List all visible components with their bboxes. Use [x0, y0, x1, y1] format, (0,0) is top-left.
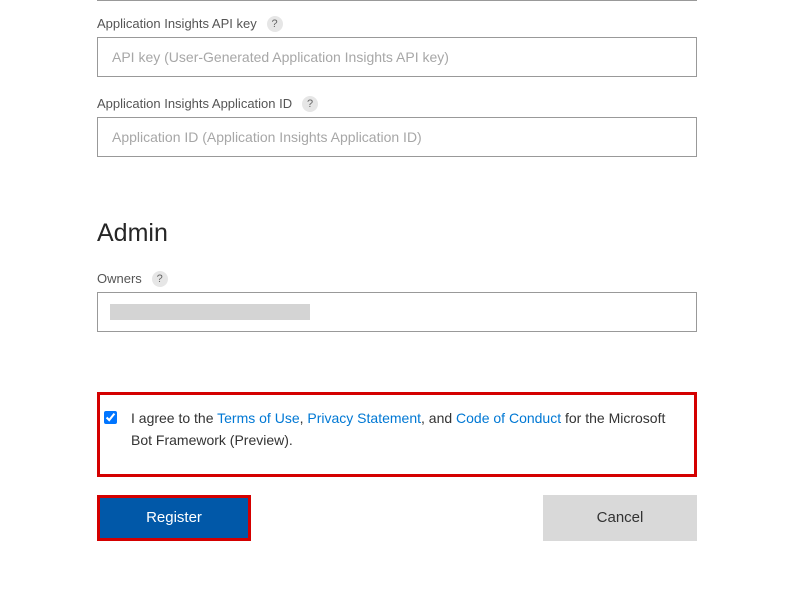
conduct-link[interactable]: Code of Conduct — [456, 410, 561, 426]
help-icon[interactable]: ? — [267, 16, 283, 32]
agreement-section: I agree to the Terms of Use, Privacy Sta… — [97, 392, 697, 477]
admin-heading: Admin — [97, 219, 697, 248]
privacy-link[interactable]: Privacy Statement — [307, 410, 421, 426]
previous-field-bottom-edge — [97, 0, 697, 1]
register-highlight: Register — [97, 495, 251, 541]
action-buttons: Register Cancel — [97, 495, 697, 541]
cancel-button[interactable]: Cancel — [543, 495, 697, 541]
api-key-input[interactable] — [97, 37, 697, 77]
agreement-sep2: , and — [421, 410, 456, 426]
app-id-input[interactable] — [97, 117, 697, 157]
terms-link[interactable]: Terms of Use — [217, 410, 299, 426]
agreement-pre: I agree to the — [131, 410, 217, 426]
help-icon[interactable]: ? — [302, 96, 318, 112]
app-id-label: Application Insights Application ID — [97, 96, 292, 111]
owners-label: Owners — [97, 271, 142, 286]
owner-chip — [110, 304, 310, 320]
agreement-text: I agree to the Terms of Use, Privacy Sta… — [131, 407, 670, 452]
help-icon[interactable]: ? — [152, 271, 168, 287]
register-button[interactable]: Register — [100, 498, 248, 538]
agree-checkbox[interactable] — [104, 411, 117, 424]
owners-input[interactable] — [97, 292, 697, 332]
api-key-label: Application Insights API key — [97, 16, 257, 31]
